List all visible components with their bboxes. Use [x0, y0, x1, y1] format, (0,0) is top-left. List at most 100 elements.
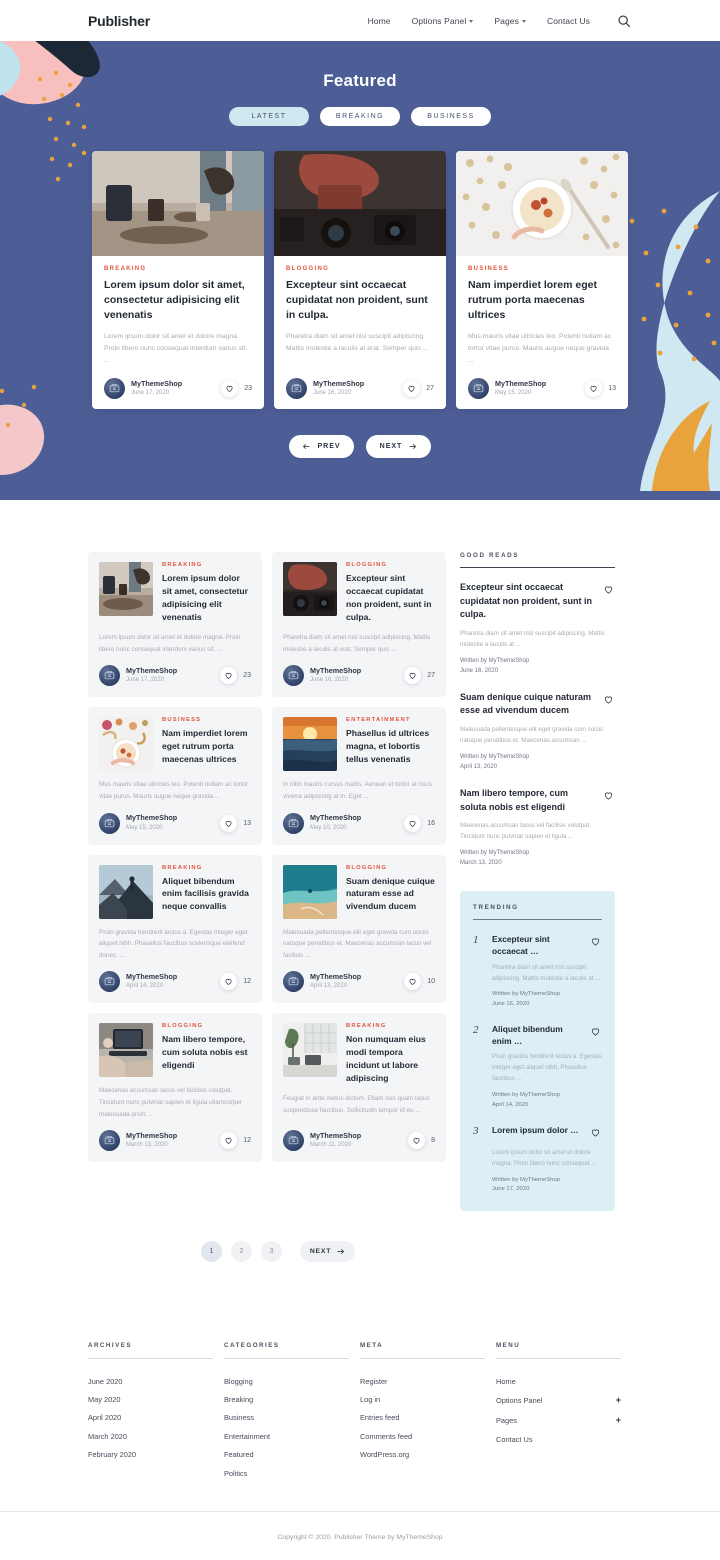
footer-link[interactable]: February 2020	[88, 1446, 213, 1464]
search-icon[interactable]	[615, 12, 632, 29]
author-name[interactable]: MyThemeShop	[126, 813, 177, 823]
heart-icon[interactable]	[404, 973, 422, 991]
tab-latest[interactable]: LATEST	[229, 107, 309, 126]
category-label[interactable]: ENTERTAINMENT	[346, 717, 435, 723]
author-name[interactable]: MyThemeShop	[313, 379, 364, 389]
nav-item-options-panel[interactable]: Options Panel	[412, 16, 474, 26]
footer-link[interactable]: Register	[360, 1372, 485, 1390]
article-title[interactable]: Suam denique cuique naturam esse ad vive…	[460, 691, 595, 718]
featured-card[interactable]: BREAKING Lorem ipsum dolor sit amet, con…	[92, 151, 264, 410]
author-name[interactable]: MyThemeShop	[495, 379, 546, 389]
heart-icon[interactable]	[220, 973, 238, 991]
category-label[interactable]: BLOGGING	[286, 266, 434, 272]
heart-icon[interactable]	[221, 380, 239, 398]
author-name[interactable]: MyThemeShop	[126, 666, 177, 676]
footer-link[interactable]: Breaking	[224, 1391, 349, 1409]
post-card[interactable]: BLOGGING Excepteur sint occaecat cupidat…	[272, 552, 446, 698]
post-card[interactable]: ENTERTAINMENT Phasellus id ultrices magn…	[272, 707, 446, 845]
nav-item-contact-us[interactable]: Contact Us	[547, 16, 590, 26]
article-title[interactable]: Aliquet bibendum enim …	[492, 1023, 584, 1047]
page-3-button[interactable]: 3	[261, 1241, 282, 1263]
prev-button[interactable]: PREV	[289, 435, 354, 459]
page-1-button[interactable]: 1	[201, 1241, 222, 1263]
category-label[interactable]: BUSINESS	[468, 266, 616, 272]
heart-icon[interactable]	[585, 380, 603, 398]
post-card[interactable]: BUSINESS Nam imperdiet lorem eget rutrum…	[88, 707, 262, 845]
article-title[interactable]: Suam denique cuique naturam esse ad vive…	[346, 875, 435, 914]
heart-icon[interactable]	[590, 934, 602, 952]
trending-item[interactable]: 2 Aliquet bibendum enim … Proin gravida …	[473, 1023, 602, 1111]
article-title[interactable]: Nam libero tempore, cum soluta nobis est…	[460, 787, 595, 814]
footer-link[interactable]: Comments feed	[360, 1427, 485, 1445]
article-title[interactable]: Nam libero tempore, cum soluta nobis est…	[162, 1033, 251, 1072]
article-title[interactable]: Excepteur sint occaecat cupidatat non pr…	[286, 278, 434, 323]
nav-item-pages[interactable]: Pages	[494, 16, 526, 26]
site-brand[interactable]: Publisher	[88, 13, 150, 29]
author-name[interactable]: MyThemeShop	[310, 666, 361, 676]
heart-icon[interactable]	[220, 667, 238, 685]
post-card[interactable]: BREAKING Aliquet bibendum enim facilisis…	[88, 854, 262, 1004]
footer-link[interactable]: Politics	[224, 1464, 349, 1482]
nav-item-home[interactable]: Home	[368, 16, 391, 26]
category-label[interactable]: BREAKING	[104, 266, 252, 272]
heart-icon[interactable]	[220, 1132, 238, 1150]
category-label[interactable]: BLOGGING	[346, 562, 435, 568]
heart-icon[interactable]	[590, 1125, 602, 1143]
post-card[interactable]: BREAKING Lorem ipsum dolor sit amet, con…	[88, 552, 262, 698]
author-name[interactable]: MyThemeShop	[126, 972, 177, 982]
footer-link[interactable]: Options Panel +	[496, 1391, 621, 1411]
footer-link[interactable]: Contact Us	[496, 1431, 621, 1449]
footer-link[interactable]: May 2020	[88, 1391, 213, 1409]
author-name[interactable]: MyThemeShop	[310, 972, 361, 982]
article-title[interactable]: Lorem ipsum dolor sit amet, consectetur …	[104, 278, 252, 323]
footer-link[interactable]: Log in	[360, 1391, 485, 1409]
article-title[interactable]: Excepteur sint occaecat cupidatat non pr…	[460, 581, 595, 622]
footer-link[interactable]: WordPress.org	[360, 1446, 485, 1464]
good-reads-item[interactable]: Nam libero tempore, cum soluta nobis est…	[460, 787, 615, 869]
footer-link[interactable]: Home	[496, 1372, 621, 1390]
heart-icon[interactable]	[403, 380, 421, 398]
heart-icon[interactable]	[603, 582, 615, 600]
article-title[interactable]: Nam imperdiet lorem eget rutrum porta ma…	[468, 278, 616, 323]
heart-icon[interactable]	[404, 814, 422, 832]
good-reads-item[interactable]: Excepteur sint occaecat cupidatat non pr…	[460, 581, 615, 677]
heart-icon[interactable]	[603, 788, 615, 806]
footer-link[interactable]: Entertainment	[224, 1427, 349, 1445]
footer-link[interactable]: April 2020	[88, 1409, 213, 1427]
article-title[interactable]: Excepteur sint occaecat cupidatat non pr…	[346, 572, 435, 624]
author-name[interactable]: MyThemeShop	[310, 1131, 361, 1141]
footer-link[interactable]: Entries feed	[360, 1409, 485, 1427]
footer-link[interactable]: Pages +	[496, 1411, 621, 1431]
post-card[interactable]: BLOGGING Nam libero tempore, cum soluta …	[88, 1013, 262, 1163]
article-title[interactable]: Phasellus id ultrices magna, et lobortis…	[346, 727, 435, 766]
category-label[interactable]: BLOGGING	[346, 865, 435, 871]
author-name[interactable]: MyThemeShop	[310, 813, 361, 823]
category-label[interactable]: BLOGGING	[162, 1023, 251, 1029]
next-button[interactable]: NEXT	[366, 435, 431, 459]
author-name[interactable]: MyThemeShop	[126, 1131, 177, 1141]
footer-link[interactable]: Business	[224, 1409, 349, 1427]
article-title[interactable]: Lorem ipsum dolor sit amet, consectetur …	[162, 572, 251, 624]
footer-link[interactable]: June 2020	[88, 1372, 213, 1390]
category-label[interactable]: BREAKING	[162, 865, 251, 871]
article-title[interactable]: Lorem ipsum dolor …	[492, 1124, 584, 1136]
trending-item[interactable]: 1 Excepteur sint occaecat … Pharetra dia…	[473, 933, 602, 1010]
heart-icon[interactable]	[408, 1132, 426, 1150]
heart-icon[interactable]	[404, 667, 422, 685]
good-reads-item[interactable]: Suam denique cuique naturam esse ad vive…	[460, 691, 615, 773]
featured-card[interactable]: BLOGGING Excepteur sint occaecat cupidat…	[274, 151, 446, 410]
article-title[interactable]: Excepteur sint occaecat …	[492, 933, 584, 957]
footer-link[interactable]: Featured	[224, 1446, 349, 1464]
heart-icon[interactable]	[220, 814, 238, 832]
category-label[interactable]: BUSINESS	[162, 717, 251, 723]
article-title[interactable]: Non numquam eius modi tempora incidunt u…	[346, 1033, 435, 1085]
plus-icon[interactable]: +	[616, 1416, 621, 1425]
tab-breaking[interactable]: BREAKING	[320, 107, 400, 126]
footer-link[interactable]: March 2020	[88, 1427, 213, 1445]
author-name[interactable]: MyThemeShop	[131, 379, 182, 389]
tab-business[interactable]: BUSINESS	[411, 107, 491, 126]
plus-icon[interactable]: +	[616, 1396, 621, 1405]
category-label[interactable]: BREAKING	[346, 1023, 435, 1029]
post-card[interactable]: BREAKING Non numquam eius modi tempora i…	[272, 1013, 446, 1163]
post-card[interactable]: BLOGGING Suam denique cuique naturam ess…	[272, 854, 446, 1004]
